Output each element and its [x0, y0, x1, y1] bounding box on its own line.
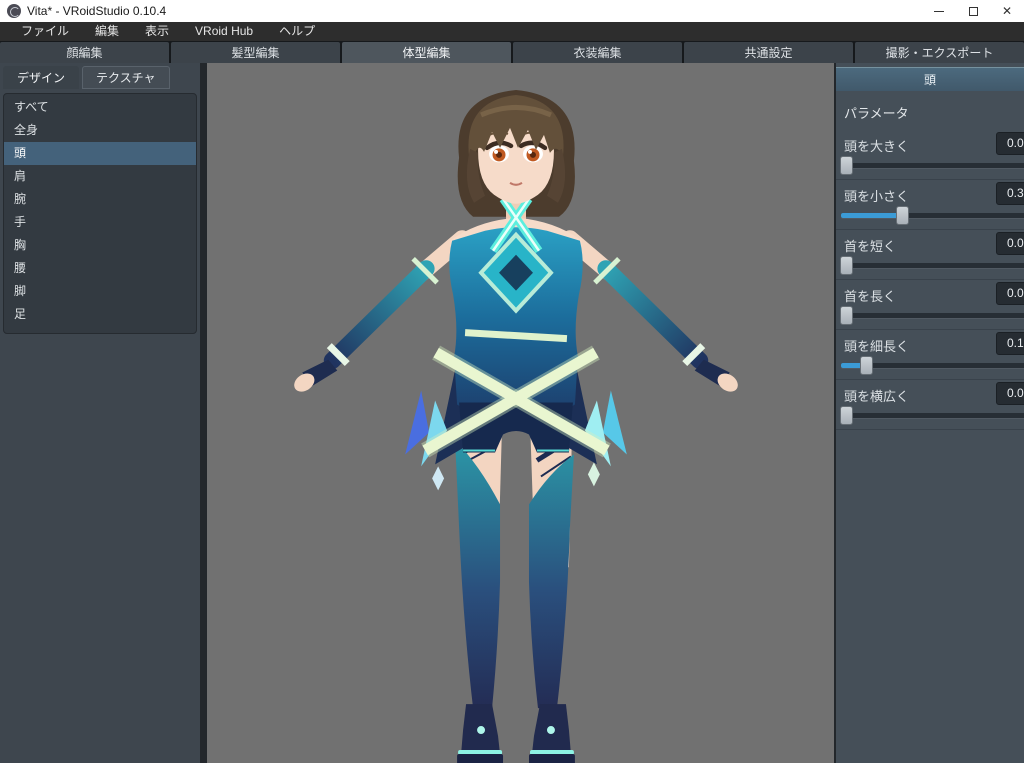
menu-bar: ファイル編集表示VRoid Hubヘルプ [0, 22, 1024, 41]
character-model[interactable] [207, 63, 834, 763]
main-tab[interactable]: 顔編集 [0, 42, 169, 63]
slider-value-field[interactable]: 0.12 [996, 332, 1024, 355]
main-tab[interactable]: 撮影・エクスポート [855, 42, 1024, 63]
title-bar: Vita* - VRoidStudio 0.10.4 ✕ [0, 0, 1024, 22]
main-tab[interactable]: 髪型編集 [171, 42, 340, 63]
menu-item[interactable]: ファイル [8, 22, 82, 41]
slider-handle[interactable] [840, 306, 853, 325]
main-tab[interactable]: 衣装編集 [513, 42, 682, 63]
tab-texture[interactable]: テクスチャ [82, 66, 170, 89]
main-tab[interactable]: 共通設定 [684, 42, 853, 63]
slider-handle[interactable] [840, 256, 853, 275]
slider-label: 首を長く [844, 286, 896, 305]
menu-item[interactable]: ヘルプ [266, 22, 328, 41]
slider-track[interactable] [841, 213, 1024, 218]
slider-label: 頭を大きく [844, 136, 909, 155]
sidebar-tabs: デザイン テクスチャ [0, 63, 200, 90]
tab-design[interactable]: デザイン [3, 66, 79, 89]
maximize-icon [969, 7, 978, 16]
menu-item[interactable]: VRoid Hub [182, 22, 266, 41]
list-item[interactable]: すべて [4, 96, 196, 119]
list-item[interactable]: 肩 [4, 165, 196, 188]
close-icon: ✕ [1002, 5, 1012, 17]
app-icon [7, 4, 21, 18]
minimize-button[interactable] [922, 0, 956, 22]
content-area: デザイン テクスチャ すべて全身頭肩腕手胸腰脚足 [0, 63, 1024, 763]
list-item[interactable]: 全身 [4, 119, 196, 142]
slider-value-field[interactable]: 0.00 [996, 382, 1024, 405]
list-item[interactable]: 脚 [4, 280, 196, 303]
slider-group: 頭を小さく 0.33 [836, 180, 1024, 230]
slider-handle[interactable] [840, 406, 853, 425]
slider-value-field[interactable]: 0.33 [996, 182, 1024, 205]
sidebar-divider [200, 63, 207, 763]
slider-group: 頭を細長く 0.12 [836, 330, 1024, 380]
slider-track[interactable] [841, 313, 1024, 318]
list-item[interactable]: 手 [4, 211, 196, 234]
body-part-list: すべて全身頭肩腕手胸腰脚足 [3, 93, 197, 334]
parameter-panel: 頭 パラメータ 頭を大きく 0.00 頭を小さく 0.33 [834, 63, 1024, 763]
slider-handle[interactable] [840, 156, 853, 175]
app-window: Vita* - VRoidStudio 0.10.4 ✕ ファイル編集表示VRo… [0, 0, 1024, 763]
slider-group: 頭を横広く 0.00 [836, 380, 1024, 430]
maximize-button[interactable] [956, 0, 990, 22]
slider-value-field[interactable]: 0.00 [996, 132, 1024, 155]
slider-label: 頭を細長く [844, 336, 909, 355]
list-item[interactable]: 腕 [4, 188, 196, 211]
window-title: Vita* - VRoidStudio 0.10.4 [27, 4, 166, 18]
slider-value-field[interactable]: 0.00 [996, 232, 1024, 255]
menu-item[interactable]: 表示 [132, 22, 182, 41]
menu-item[interactable]: 編集 [82, 22, 132, 41]
minimize-icon [934, 11, 944, 12]
slider-track[interactable] [841, 163, 1024, 168]
slider-list: 頭を大きく 0.00 頭を小さく 0.33 [836, 130, 1024, 430]
panel-header[interactable]: 頭 [836, 67, 1024, 91]
slider-group: 首を長く 0.00 [836, 280, 1024, 330]
slider-track[interactable] [841, 263, 1024, 268]
slider-label: 頭を小さく [844, 186, 909, 205]
slider-value-field[interactable]: 0.00 [996, 282, 1024, 305]
sidebar: デザイン テクスチャ すべて全身頭肩腕手胸腰脚足 [0, 63, 200, 763]
list-item[interactable]: 頭 [4, 142, 196, 165]
slider-handle[interactable] [896, 206, 909, 225]
slider-label: 頭を横広く [844, 386, 909, 405]
window-controls: ✕ [922, 0, 1024, 22]
parameter-section-label: パラメータ [844, 103, 1024, 122]
slider-track[interactable] [841, 413, 1024, 418]
main-tab[interactable]: 体型編集 [342, 42, 511, 63]
main-tab-bar: 顔編集髪型編集体型編集衣装編集共通設定撮影・エクスポート [0, 41, 1024, 63]
slider-group: 頭を大きく 0.00 [836, 130, 1024, 180]
list-item[interactable]: 胸 [4, 234, 196, 257]
list-item[interactable]: 足 [4, 303, 196, 326]
slider-handle[interactable] [860, 356, 873, 375]
list-item[interactable]: 腰 [4, 257, 196, 280]
close-button[interactable]: ✕ [990, 0, 1024, 22]
slider-label: 首を短く [844, 236, 896, 255]
viewport-3d[interactable] [207, 63, 834, 763]
slider-group: 首を短く 0.00 [836, 230, 1024, 280]
